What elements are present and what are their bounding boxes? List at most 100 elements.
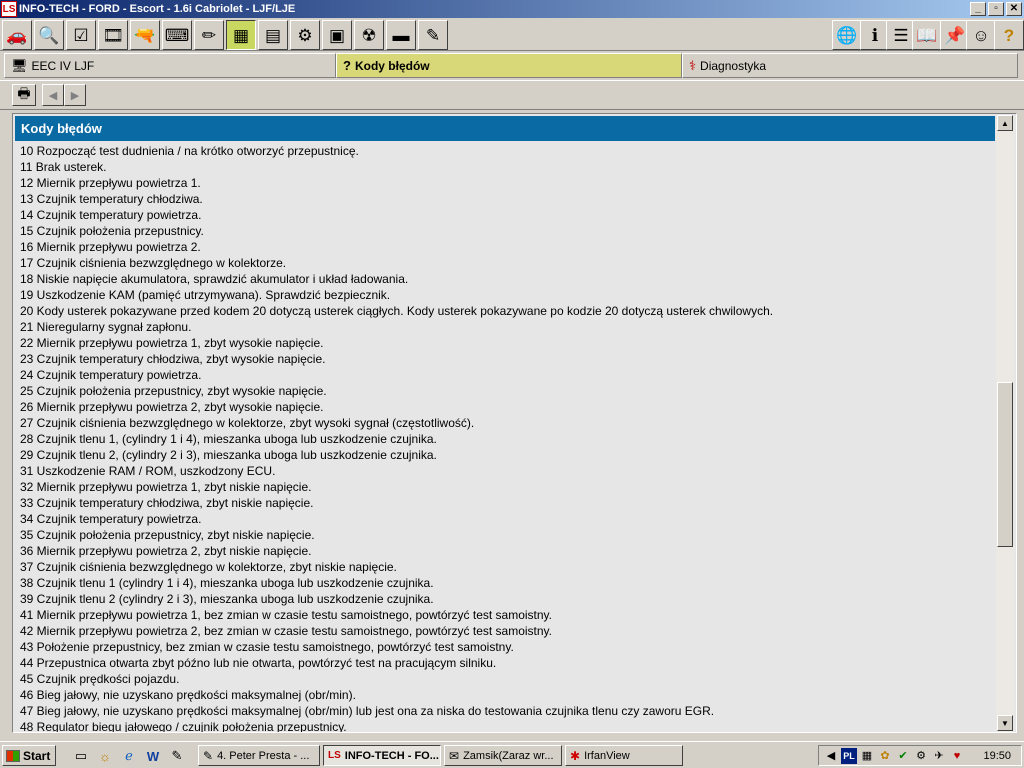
tray-plane-icon[interactable]: ✈: [931, 748, 947, 764]
task-irfanview[interactable]: ✱ IrfanView: [565, 745, 683, 766]
probe-icon[interactable]: ✎: [418, 20, 448, 50]
tray-heart-icon[interactable]: ♥: [949, 748, 965, 764]
checkbox-icon[interactable]: ☑: [66, 20, 96, 50]
code-row: 15 Czujnik położenia przepustnicy.: [20, 224, 204, 238]
title-bar[interactable]: LS INFO-TECH - FORD - Escort - 1.6i Cabr…: [0, 0, 1024, 18]
codes-panel: Kody błędów 10 Rozpocząć test dudnienia …: [12, 113, 1017, 733]
film-icon[interactable]: 🎞: [98, 20, 128, 50]
search-info-icon[interactable]: 🔍: [34, 20, 64, 50]
tray-flower-icon[interactable]: ✿: [877, 748, 893, 764]
code-row: 35 Czujnik położenia przepustnicy, zbyt …: [20, 528, 315, 542]
app-icon[interactable]: ✎: [168, 747, 186, 765]
code-row: 17 Czujnik ciśnienia bezwzględnego w kol…: [20, 256, 287, 270]
outlook-icon[interactable]: ☼: [96, 747, 114, 765]
minimize-button[interactable]: _: [970, 2, 986, 16]
code-row: 10 Rozpocząć test dudnienia / na krótko …: [20, 144, 359, 158]
word-icon[interactable]: W: [144, 747, 162, 765]
motor-icon[interactable]: ⚙: [290, 20, 320, 50]
tray-grid-icon[interactable]: ▦: [859, 748, 875, 764]
pen-icon: ✎: [203, 748, 214, 763]
task-label: IrfanView: [584, 749, 630, 762]
code-row: 25 Czujnik położenia przepustnicy, zbyt …: [20, 384, 327, 398]
task-label: INFO-TECH - FO...: [344, 749, 439, 762]
task-peter-presta[interactable]: ✎ 4. Peter Presta - ...: [198, 745, 320, 766]
code-row: 38 Czujnik tlenu 1 (cylindry 1 i 4), mie…: [20, 576, 434, 590]
ie-icon[interactable]: ℯ: [120, 747, 138, 765]
code-row: 27 Czujnik ciśnienia bezwzględnego w kol…: [20, 416, 475, 430]
task-zamsik[interactable]: ✉ Zamsik(Zaraz wr...: [444, 745, 562, 766]
stethoscope-icon: ⚕: [689, 57, 697, 73]
car-icon[interactable]: 🚗: [2, 20, 32, 50]
person-icon[interactable]: ☺: [966, 20, 996, 50]
book-icon[interactable]: 📖: [912, 20, 942, 50]
tab-kody-bledow[interactable]: ? Kody błędów: [336, 53, 682, 78]
component-icon[interactable]: ▤: [258, 20, 288, 50]
circuit-icon[interactable]: ▦: [226, 20, 256, 50]
tab-bar: 🖥 EEC IV LJF ? Kody błędów ⚕ Diagnostyka: [0, 52, 1024, 79]
close-button[interactable]: ✕: [1006, 2, 1022, 16]
code-row: 22 Miernik przepływu powietrza 1, zbyt w…: [20, 336, 324, 350]
irfanview-icon: ✱: [570, 748, 581, 763]
main-window: LS INFO-TECH - FORD - Escort - 1.6i Cabr…: [0, 0, 1024, 741]
app-logo-icon: LS: [1, 1, 17, 17]
code-row: 26 Miernik przepływu powietrza 2, zbyt w…: [20, 400, 324, 414]
tab-label: Diagnostyka: [700, 58, 767, 73]
code-row: 42 Miernik przepływu powietrza 2, bez zm…: [20, 624, 552, 638]
maximize-button[interactable]: ▫: [988, 2, 1004, 16]
forward-button[interactable]: ▶: [64, 84, 86, 106]
language-indicator[interactable]: PL: [841, 747, 857, 764]
code-row: 28 Czujnik tlenu 1, (cylindry 1 i 4), mi…: [20, 432, 437, 446]
code-row: 11 Brak usterek.: [20, 160, 107, 174]
task-info-tech[interactable]: LS INFO-TECH - FO...: [323, 745, 441, 766]
code-row: 18 Niskie napięcie akumulatora, sprawdzi…: [20, 272, 409, 286]
code-row: 44 Przepustnica otwarta zbyt późno lub n…: [20, 656, 497, 670]
scroll-down-button[interactable]: ▼: [997, 715, 1013, 731]
vertical-scrollbar[interactable]: ▲ ▼: [996, 115, 1014, 732]
code-row: 39 Czujnik tlenu 2 (cylindry 2 i 3), mie…: [20, 592, 434, 606]
clock: 19:50: [983, 749, 1011, 762]
scroll-thumb[interactable]: [997, 382, 1013, 547]
tab-label: EEC IV LJF: [31, 58, 95, 73]
code-row: 21 Nieregularny sygnał zapłonu.: [20, 320, 192, 334]
info-tech-icon: LS: [328, 750, 341, 761]
window-title: INFO-TECH - FORD - Escort - 1.6i Cabriol…: [19, 3, 296, 15]
nav-bar: 🖶 ◀ ▶: [0, 80, 1024, 110]
mail-icon: ✉: [449, 748, 460, 763]
code-row: 24 Czujnik temperatury powietrza.: [20, 368, 202, 382]
battery-icon[interactable]: ▬: [386, 20, 416, 50]
tray-check-icon[interactable]: ✔: [895, 748, 911, 764]
start-button[interactable]: Start: [2, 745, 56, 766]
gun-icon[interactable]: 🔫: [130, 20, 160, 50]
code-row: 45 Czujnik prędkości pojazdu.: [20, 672, 180, 686]
taskbar: Start ▭ ☼ ℯ W ✎ ✎ 4. Peter Presta - ... …: [0, 741, 1024, 768]
code-row: 36 Miernik przepływu powietrza 2, zbyt n…: [20, 544, 312, 558]
diagram-icon[interactable]: ▣: [322, 20, 352, 50]
show-desktop-icon[interactable]: ▭: [72, 747, 90, 765]
system-tray: ◀ PL ▦ ✿ ✔ ⚙ ✈ ♥ 19:50: [818, 745, 1022, 766]
code-row: 37 Czujnik ciśnienia bezwzględnego w kol…: [20, 560, 397, 574]
task-label: 4. Peter Presta - ...: [217, 749, 310, 762]
code-row: 46 Bieg jałowy, nie uzyskano prędkości m…: [20, 688, 356, 702]
pencil-icon[interactable]: ✏: [194, 20, 224, 50]
tab-diagnostyka[interactable]: ⚕ Diagnostyka: [682, 53, 1018, 78]
help-icon[interactable]: ?: [994, 20, 1024, 50]
keyboard-icon[interactable]: ⌨: [162, 20, 192, 50]
code-row: 16 Miernik przepływu powietrza 2.: [20, 240, 201, 254]
gauge-icon[interactable]: ☢: [354, 20, 384, 50]
code-row: 13 Czujnik temperatury chłodziwa.: [20, 192, 203, 206]
print-button[interactable]: 🖶: [12, 84, 36, 106]
code-row: 20 Kody usterek pokazywane przed kodem 2…: [20, 304, 774, 318]
tray-expand-icon[interactable]: ◀: [823, 748, 839, 764]
tray-gear-icon[interactable]: ⚙: [913, 748, 929, 764]
tab-eec-iv-ljf[interactable]: 🖥 EEC IV LJF: [4, 53, 336, 78]
globe-icon[interactable]: 🌐: [832, 20, 862, 50]
panel-header: Kody błędów: [15, 116, 995, 141]
code-row: 12 Miernik przepływu powietrza 1.: [20, 176, 201, 190]
start-label: Start: [23, 748, 51, 763]
code-row: 41 Miernik przepływu powietrza 1, bez zm…: [20, 608, 552, 622]
task-label: Zamsik(Zaraz wr...: [463, 749, 554, 762]
scroll-up-button[interactable]: ▲: [997, 115, 1013, 131]
code-row: 19 Uszkodzenie KAM (pamięć utrzymywana).…: [20, 288, 391, 302]
back-button[interactable]: ◀: [42, 84, 64, 106]
code-row: 31 Uszkodzenie RAM / ROM, uszkodzony ECU…: [20, 464, 276, 478]
